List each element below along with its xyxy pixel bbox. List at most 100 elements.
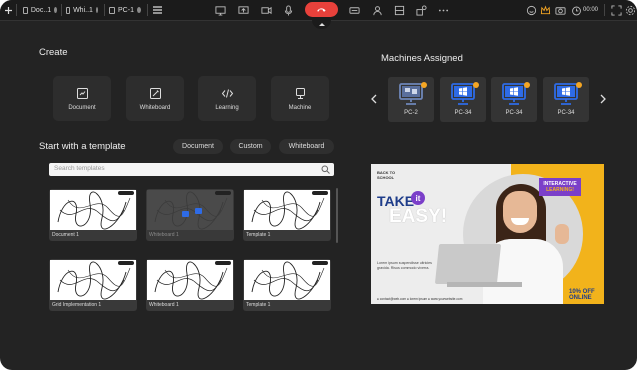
status-dot — [421, 82, 427, 88]
divider — [604, 4, 605, 16]
tab-pc[interactable]: PC-1 — [105, 2, 145, 18]
microphone-icon[interactable] — [282, 4, 294, 16]
machine-label: PC-34 — [505, 110, 523, 116]
machine-card[interactable]: PC-34 — [491, 77, 537, 122]
template-badge — [118, 261, 134, 265]
gear-monitor-icon — [399, 83, 423, 105]
search-templates-field[interactable]: Search templates — [49, 163, 334, 176]
screen-share-icon[interactable] — [237, 4, 249, 16]
person-icon[interactable] — [371, 4, 383, 16]
menu-icon[interactable] — [151, 0, 163, 20]
create-document-button[interactable]: Document — [53, 76, 111, 121]
create-label: Document — [68, 104, 96, 111]
more-icon[interactable] — [437, 4, 449, 16]
close-tab-icon[interactable] — [95, 7, 98, 13]
end-call-button[interactable] — [305, 2, 338, 17]
create-heading: Create — [39, 47, 68, 58]
crown-icon[interactable] — [539, 4, 551, 16]
emoji-icon[interactable] — [525, 4, 537, 16]
whiteboard-icon — [149, 87, 161, 99]
template-name: Whiteboard 1 — [149, 232, 179, 238]
whiteboard-tool-icon[interactable] — [214, 4, 226, 16]
apps-icon[interactable] — [415, 4, 427, 16]
chevron-left-icon[interactable] — [371, 94, 377, 104]
machine-card[interactable]: PC-34 — [543, 77, 589, 122]
chat-icon[interactable] — [348, 4, 360, 16]
status-dot — [576, 82, 582, 88]
selection-handle-icon[interactable] — [182, 211, 189, 217]
scribble-preview — [154, 191, 228, 230]
chevron-up-icon — [318, 23, 325, 26]
banner-person-face — [503, 191, 537, 233]
template-card[interactable]: Document 1 — [49, 189, 137, 241]
machine-label: PC-34 — [557, 110, 575, 116]
scribble-preview — [251, 261, 325, 300]
machine-label: PC-34 — [454, 110, 472, 116]
template-card[interactable]: Grid Implementation 1 — [49, 259, 137, 311]
windows-monitor-icon — [502, 83, 526, 105]
clock-icon — [570, 4, 582, 16]
filter-custom[interactable]: Custom — [230, 139, 271, 154]
template-name: Document 1 — [52, 232, 79, 238]
create-machine-button[interactable]: Machine — [271, 76, 329, 121]
collapse-toolbar-button[interactable] — [312, 19, 331, 29]
camera-icon[interactable] — [554, 4, 566, 16]
template-name: Whiteboard 1 — [149, 302, 179, 308]
status-dot — [473, 82, 479, 88]
windows-monitor-icon — [451, 83, 475, 105]
template-thumbnail — [147, 190, 233, 230]
templates-heading: Start with a template — [39, 141, 126, 152]
close-tab-icon[interactable] — [136, 7, 141, 13]
template-badge — [312, 191, 328, 195]
layout-icon[interactable] — [393, 4, 405, 16]
template-thumbnail — [50, 260, 136, 300]
fullscreen-icon[interactable] — [610, 4, 622, 16]
settings-icon[interactable] — [624, 4, 636, 16]
close-tab-icon[interactable] — [54, 7, 57, 13]
template-card[interactable]: Whiteboard 1 — [146, 189, 234, 241]
template-scrollbar[interactable] — [336, 188, 338, 243]
machine-card[interactable]: PC-2 — [388, 77, 434, 122]
filter-document[interactable]: Document — [173, 139, 223, 154]
template-card[interactable]: Template 1 — [243, 189, 331, 241]
end-call-icon — [317, 8, 326, 12]
tab-whiteboard[interactable]: Whi..1 — [62, 2, 102, 18]
machines-heading: Machines Assigned — [381, 53, 463, 64]
create-whiteboard-button[interactable]: Whiteboard — [126, 76, 184, 121]
banner-interactive-tag: INTERACTIVE LEARNING! — [539, 178, 581, 196]
divider — [16, 4, 17, 16]
chevron-right-icon[interactable] — [600, 94, 606, 104]
machine-card[interactable]: PC-34 — [440, 77, 486, 122]
monitor-icon — [295, 87, 305, 99]
search-icon[interactable] — [321, 165, 330, 174]
template-card[interactable]: Template 1 — [243, 259, 331, 311]
template-thumbnail — [147, 260, 233, 300]
template-thumbnail — [244, 190, 330, 230]
template-thumbnail — [50, 190, 136, 230]
search-placeholder: Search templates — [54, 165, 105, 172]
create-label: Whiteboard — [139, 104, 171, 111]
code-icon — [221, 88, 233, 98]
banner-kicker: BACK TO SCHOOL — [377, 170, 396, 180]
banner-online: ONLINE — [569, 295, 592, 301]
whiteboard-icon — [66, 6, 71, 14]
banner-person-hand — [555, 224, 569, 244]
selection-handle-icon[interactable] — [195, 208, 202, 214]
add-tab-icon[interactable] — [2, 0, 14, 20]
template-card[interactable]: Whiteboard 1 — [146, 259, 234, 311]
create-learning-button[interactable]: Learning — [198, 76, 256, 121]
template-thumbnail — [244, 260, 330, 300]
app-window: Doc..1 Whi..1 PC-1 00:00 Create Document… — [0, 0, 637, 370]
promo-banner[interactable]: BACK TO SCHOOL TAKE it EASY! Lorem ipsum… — [371, 164, 604, 304]
monitor-icon — [109, 6, 116, 14]
banner-easy: EASY! — [389, 206, 448, 227]
video-icon[interactable] — [260, 4, 272, 16]
filter-whiteboard[interactable]: Whiteboard — [279, 139, 334, 154]
tab-document[interactable]: Doc..1 — [19, 2, 61, 18]
top-toolbar: Doc..1 Whi..1 PC-1 00:00 — [0, 0, 637, 29]
template-badge — [215, 191, 231, 195]
call-timer: 00:00 — [583, 7, 599, 13]
scribble-preview — [57, 191, 131, 230]
banner-offer: 10% OFF ONLINE — [569, 289, 595, 301]
status-dot — [524, 82, 530, 88]
